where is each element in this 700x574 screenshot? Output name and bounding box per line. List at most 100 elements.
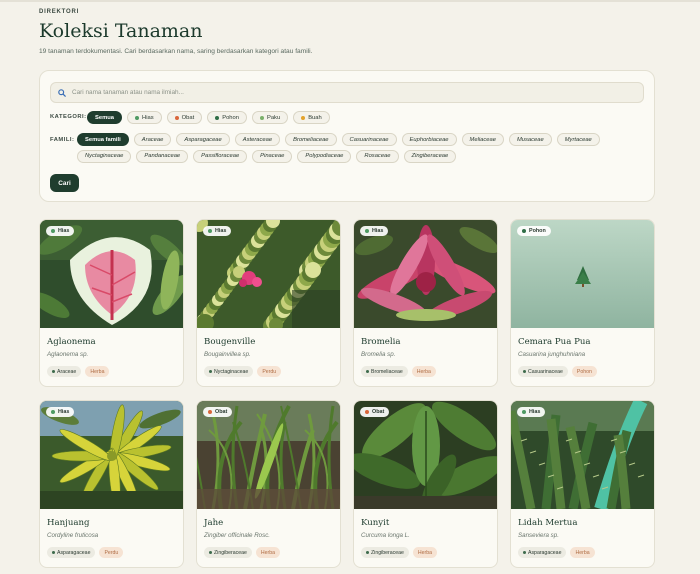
kategori-chip-buah[interactable]: Buah <box>293 111 330 124</box>
category-badge: Obat <box>203 407 233 417</box>
habit-tag: Herba <box>85 366 110 377</box>
plant-card[interactable]: Hias Lidah Mertua Sanseviera sp. Asparag… <box>510 400 655 568</box>
plant-card[interactable]: Hias Hanjuang Cordyline fruticosa Aspara… <box>39 400 184 568</box>
habit-tag: Herba <box>570 547 595 558</box>
famili-chip-pandanaceae[interactable]: Pandanaceae <box>136 149 189 163</box>
category-badge-label: Hias <box>58 409 70 415</box>
plant-scientific-name: Bougainvillea sp. <box>204 351 251 358</box>
famili-chip-nyctaginaceae[interactable]: Nyctaginaceae <box>77 149 132 163</box>
kategori-chip-paku[interactable]: Paku <box>251 111 289 124</box>
category-badge-label: Pohon <box>529 228 546 234</box>
family-dot-icon <box>523 370 526 373</box>
kategori-chip-label: Semua <box>95 114 115 121</box>
kategori-chip-label: Hias <box>142 114 154 121</box>
plant-photo: Pohon <box>511 220 654 328</box>
plant-scientific-name: Bromelia sp. <box>361 351 396 358</box>
plant-image <box>354 401 497 509</box>
category-dot-icon <box>51 229 55 233</box>
family-dot-icon <box>209 370 212 373</box>
kategori-chip-pohon[interactable]: Pohon <box>207 111 247 124</box>
habit-tag: Herba <box>255 547 281 558</box>
plant-name: Lidah Mertua <box>518 518 578 528</box>
famili-chip-rosaceae[interactable]: Rosaceae <box>356 149 399 163</box>
plant-name: Jahe <box>204 518 224 528</box>
plant-image <box>511 401 654 509</box>
search-input[interactable] <box>72 85 632 100</box>
plant-tags: Asparagaceae Perdu <box>47 547 124 558</box>
kategori-label: KATEGORI: <box>50 114 87 120</box>
plant-card[interactable]: Obat Kunyit Curcuma longa L. Zingiberace… <box>353 400 498 568</box>
category-dot-icon <box>301 115 306 120</box>
category-badge-label: Hias <box>529 409 541 415</box>
famili-chip-passifloraceae[interactable]: Passifloraceae <box>193 149 248 163</box>
kategori-chip-hias[interactable]: Hias <box>127 111 162 124</box>
plant-image <box>511 220 654 328</box>
plant-scientific-name: Zingiber officinale Rosc. <box>204 532 271 539</box>
plant-name: Cemara Pua Pua <box>518 337 591 347</box>
famili-label: FAMILI: <box>50 137 75 143</box>
plant-card[interactable]: Hias Aglaonema Aglaonema sp. Araceae Her… <box>39 219 184 387</box>
plant-tags: Zingiberaceae Herba <box>361 547 438 558</box>
family-tag-label: Zingiberaceae <box>371 549 404 556</box>
family-tag: Asparagaceae <box>47 547 96 558</box>
category-dot-icon <box>135 115 140 120</box>
plant-photo: Hias <box>511 401 654 509</box>
plant-scientific-name: Aglaonema sp. <box>47 351 89 358</box>
famili-chip-polypodiaceae[interactable]: Polypodiaceae <box>297 149 352 163</box>
category-dot-icon <box>51 410 55 414</box>
plant-name: Bougenville <box>204 337 256 347</box>
famili-chip-pinaceae[interactable]: Pinaceae <box>252 149 293 163</box>
plant-photo: Obat <box>197 401 340 509</box>
famili-chip-meliaceae[interactable]: Meliaceae <box>461 133 504 146</box>
search-icon <box>58 89 66 97</box>
family-tag-label: Araceae <box>57 368 77 375</box>
famili-chip-zingiberaceae[interactable]: Zingiberaceae <box>403 149 457 163</box>
plant-tags: Casuarinaceae Pohon <box>518 366 597 377</box>
search-box[interactable] <box>50 82 644 103</box>
plant-tags: Zingiberaceae Herba <box>204 547 281 558</box>
category-dot-icon <box>365 410 369 414</box>
plant-tags: Asparagaceae Herba <box>518 547 595 558</box>
top-divider <box>0 0 700 2</box>
family-tag-label: Asparagaceae <box>528 549 562 556</box>
family-tag: Zingiberaceae <box>361 547 409 558</box>
famili-chip-araceae[interactable]: Araceae <box>133 133 172 146</box>
plant-card[interactable]: Hias Bromelia Bromelia sp. Bromeliaceae … <box>353 219 498 387</box>
category-badge: Hias <box>517 407 546 417</box>
famili-chip-group: Semua famili Araceae Asparagaceae Asteracea… <box>77 133 647 163</box>
famili-chip-asteraceae[interactable]: Asteraceae <box>234 133 281 146</box>
kategori-chip-obat[interactable]: Obat <box>166 111 203 124</box>
plant-scientific-name: Cordyline fruticosa <box>47 532 99 539</box>
plant-image <box>40 401 183 509</box>
plant-image <box>197 220 340 328</box>
plant-card[interactable]: Obat Jahe Zingiber officinale Rosc. Zing… <box>196 400 341 568</box>
famili-chip-euphorbiaceae[interactable]: Euphorbiaceae <box>401 133 457 146</box>
page-title: Koleksi Tanaman <box>39 20 203 42</box>
category-badge-label: Obat <box>215 409 228 415</box>
plant-card[interactable]: Hias Bougenville Bougainvillea sp. Nycta… <box>196 219 341 387</box>
famili-chip-casuarinaceae[interactable]: Casuarinaceae <box>341 133 397 146</box>
plant-name: Hanjuang <box>47 518 90 528</box>
family-dot-icon <box>209 551 212 554</box>
kategori-chip-semua[interactable]: Semua <box>87 111 123 124</box>
family-dot-icon <box>366 370 369 373</box>
family-dot-icon <box>52 551 55 554</box>
plant-scientific-name: Sanseviera sp. <box>518 532 559 539</box>
plant-image <box>40 220 183 328</box>
habit-tag: Perdu <box>257 366 282 377</box>
search-button[interactable]: Cari <box>50 174 79 192</box>
category-dot-icon <box>365 229 369 233</box>
category-dot-icon <box>215 115 220 120</box>
family-dot-icon <box>366 551 369 554</box>
kategori-chip-group: Semua Hias Obat Pohon Paku Buah <box>87 111 330 124</box>
habit-tag: Pohon <box>571 366 597 377</box>
famili-chip-musaceae[interactable]: Musaceae <box>508 133 552 146</box>
category-badge-label: Hias <box>372 228 384 234</box>
plant-card[interactable]: Pohon Cemara Pua Pua Casuarina junghuhni… <box>510 219 655 387</box>
famili-chip-asparagaceae[interactable]: Asparagaceae <box>176 133 230 146</box>
famili-chip-bromeliaceae[interactable]: Bromeliaceae <box>285 133 337 146</box>
famili-chip-semua-famili[interactable]: Semua famili <box>77 133 129 146</box>
famili-chip-myrtaceae[interactable]: Myrtaceae <box>556 133 600 146</box>
category-badge-label: Obat <box>372 409 385 415</box>
category-dot-icon <box>208 410 212 414</box>
